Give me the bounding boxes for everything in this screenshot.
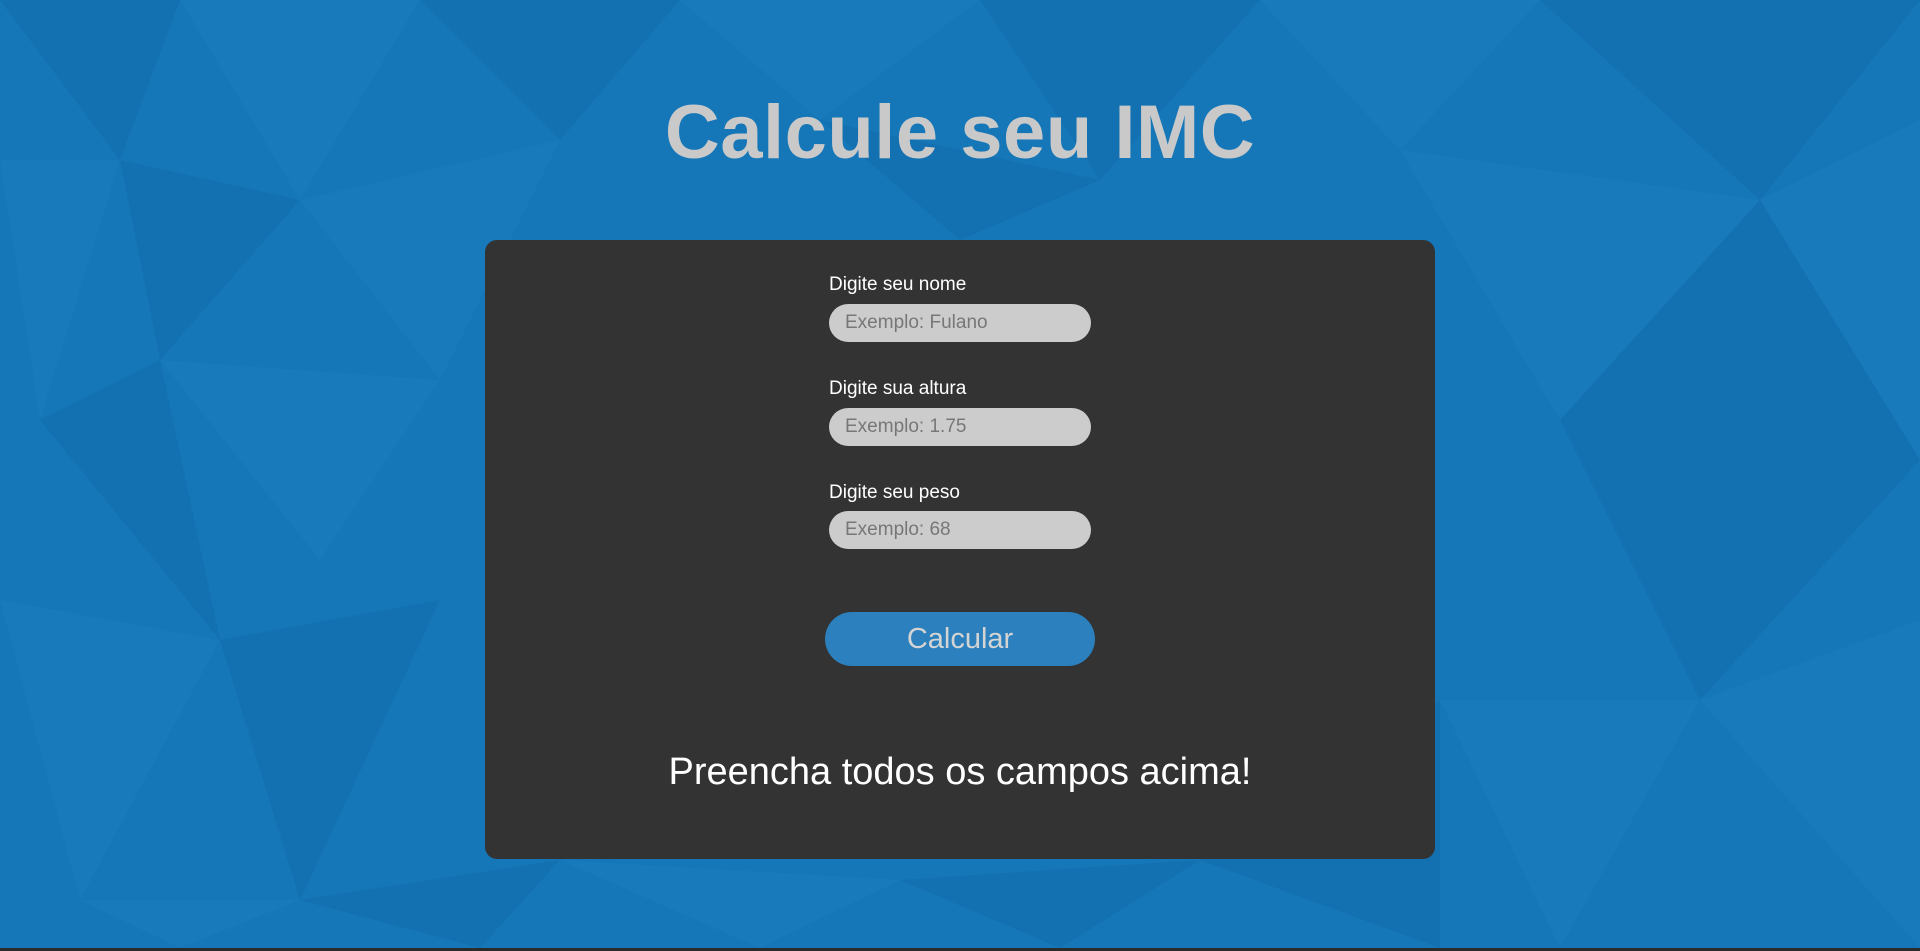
name-input[interactable] xyxy=(829,304,1091,342)
imc-form-card: Digite seu nome Digite sua altura Digite… xyxy=(485,240,1435,859)
height-label: Digite sua altura xyxy=(829,378,967,399)
calculate-button[interactable]: Calcular xyxy=(825,612,1095,666)
page-title: Calcule seu IMC xyxy=(664,90,1256,175)
weight-input[interactable] xyxy=(829,511,1091,549)
result-message: Preencha todos os campos acima! xyxy=(668,751,1252,793)
height-input[interactable] xyxy=(829,408,1091,446)
name-label: Digite seu nome xyxy=(829,274,967,295)
weight-label: Digite seu peso xyxy=(829,482,960,503)
